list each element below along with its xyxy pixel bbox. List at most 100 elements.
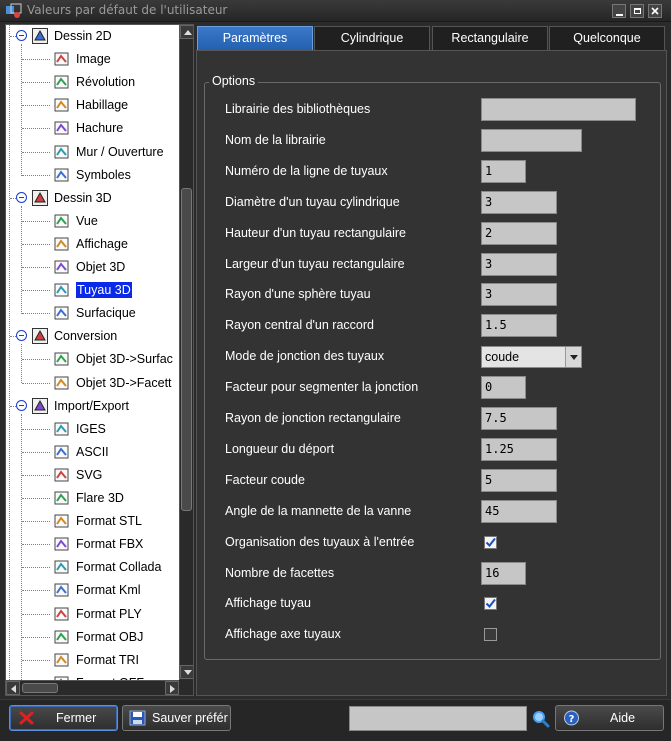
- option-input[interactable]: 16: [481, 561, 526, 585]
- scroll-down-button[interactable]: [180, 665, 193, 679]
- tree-expander[interactable]: [16, 30, 27, 41]
- drawing-2d-icon: [32, 28, 48, 44]
- scroll-left-button[interactable]: [6, 681, 20, 695]
- tri-icon: [54, 653, 69, 667]
- dropdown-arrow-icon[interactable]: [565, 347, 581, 368]
- category-tree[interactable]: Dessin 2D Image Révolution Habillage Hachure…: [5, 24, 194, 696]
- option-label: Rayon central d'un raccord: [225, 318, 374, 333]
- fbx-icon: [54, 537, 69, 551]
- option-label: Facteur pour segmenter la jonction: [225, 380, 419, 395]
- option-label: Mode de jonction des tuyaux: [225, 349, 385, 364]
- option-input[interactable]: [481, 98, 636, 121]
- tree-item-label[interactable]: Format PLY: [76, 606, 142, 622]
- object-3d-icon: [54, 260, 69, 274]
- tree-connector: [22, 613, 50, 615]
- tree-horizontal-scrollbar[interactable]: [6, 680, 179, 695]
- tab-rectangulaire[interactable]: Rectangulaire: [432, 26, 548, 50]
- tree-connector: [22, 521, 50, 523]
- arrow-down-icon: [184, 670, 192, 675]
- tree-item-label[interactable]: Révolution: [76, 74, 135, 90]
- tree-connector: [22, 451, 50, 453]
- option-input[interactable]: 3: [481, 252, 557, 276]
- tree-vertical-scrollbar[interactable]: [179, 25, 193, 680]
- option-checkbox[interactable]: [484, 628, 497, 642]
- tree-item-label[interactable]: Objet 3D->Facett: [76, 375, 172, 391]
- junction-mode-select[interactable]: coude: [481, 346, 582, 369]
- maximize-button[interactable]: [630, 4, 644, 18]
- tree-item-label[interactable]: Habillage: [76, 97, 128, 113]
- arrow-right-icon: [170, 685, 175, 693]
- obj-icon: [54, 630, 69, 644]
- tree-category-label[interactable]: Dessin 3D: [54, 190, 112, 206]
- option-input[interactable]: 7.5: [481, 407, 557, 430]
- tree-item-label[interactable]: ASCII: [76, 444, 109, 460]
- tree-connector: [22, 636, 50, 638]
- save-preferences-button[interactable]: Sauver préfér: [122, 705, 231, 731]
- tree-item-label[interactable]: Objet 3D: [76, 259, 125, 275]
- tree-item-label[interactable]: Vue: [76, 213, 98, 229]
- hatch-icon: [54, 121, 69, 135]
- arrow-up-icon: [184, 30, 192, 35]
- ply-icon: [54, 607, 69, 620]
- option-input[interactable]: 0: [481, 376, 526, 400]
- tree-item-label[interactable]: Flare 3D: [76, 490, 124, 506]
- option-input[interactable]: 1.5: [481, 314, 557, 338]
- tree-item-label[interactable]: Format Kml: [76, 582, 141, 598]
- hscroll-thumb[interactable]: [22, 683, 58, 693]
- option-checkbox[interactable]: [484, 597, 497, 611]
- maximize-icon: [634, 8, 641, 14]
- tree-item-label[interactable]: Format OBJ: [76, 629, 143, 645]
- object-to-facet-icon: [54, 376, 69, 389]
- view-icon: [54, 214, 69, 228]
- close-window-button[interactable]: [648, 4, 662, 18]
- search-input[interactable]: [349, 706, 527, 731]
- option-input[interactable]: 3: [481, 283, 557, 307]
- save-icon: [129, 710, 146, 726]
- scroll-right-button[interactable]: [165, 681, 179, 695]
- option-input[interactable]: [481, 128, 582, 152]
- tree-connector: [22, 498, 50, 499]
- tab-cylindrique[interactable]: Cylindrique: [314, 26, 430, 50]
- close-button-label: Fermer: [56, 711, 97, 725]
- minimize-button[interactable]: [612, 4, 626, 18]
- help-button[interactable]: ? Aide: [555, 705, 664, 731]
- tree-item-label[interactable]: Image: [76, 51, 111, 67]
- tree-expander[interactable]: [16, 330, 27, 342]
- option-label: Organisation des tuyaux à l'entrée: [225, 534, 415, 549]
- search-icon[interactable]: [532, 710, 550, 728]
- tree-item-label[interactable]: Mur / Ouverture: [76, 144, 164, 160]
- tree-expander[interactable]: [16, 399, 27, 411]
- option-input[interactable]: 1.25: [481, 437, 557, 461]
- option-input[interactable]: 3: [481, 190, 557, 214]
- tree-item-label[interactable]: Format Collada: [76, 559, 161, 575]
- tree-category-label[interactable]: Import/Export: [54, 398, 129, 414]
- tree-item-label[interactable]: Objet 3D->Surfac: [76, 351, 173, 367]
- tree-item-label[interactable]: Symboles: [76, 167, 131, 183]
- scroll-thumb[interactable]: [181, 188, 192, 511]
- select-value: coude: [485, 350, 520, 365]
- option-input[interactable]: 1: [481, 159, 526, 183]
- tree-item-label[interactable]: IGES: [76, 421, 106, 437]
- tree-item-label[interactable]: Format STL: [76, 513, 142, 529]
- tree-item-label[interactable]: Format TRI: [76, 652, 139, 668]
- tree-item-label[interactable]: Tuyau 3D: [76, 282, 132, 299]
- tree-item-label[interactable]: Hachure: [76, 120, 123, 136]
- scroll-up-button[interactable]: [180, 25, 193, 39]
- tree-item-label[interactable]: Surfacique: [76, 305, 136, 321]
- option-input[interactable]: 5: [481, 468, 557, 492]
- image-icon: [54, 52, 69, 66]
- tree-connector: [22, 474, 50, 476]
- tab-parametres[interactable]: Paramètres: [197, 26, 313, 50]
- tree-connector: [22, 382, 50, 384]
- tree-item-label[interactable]: Affichage: [76, 236, 128, 252]
- tab-quelconque[interactable]: Quelconque: [549, 26, 665, 50]
- close-button[interactable]: Fermer: [9, 705, 118, 731]
- tree-item-label[interactable]: Format FBX: [76, 536, 143, 552]
- option-checkbox[interactable]: [484, 535, 497, 549]
- tree-category-label[interactable]: Dessin 2D: [54, 28, 112, 44]
- option-input[interactable]: 45: [481, 499, 557, 523]
- tree-category-label[interactable]: Conversion: [54, 328, 117, 344]
- option-input[interactable]: 2: [481, 221, 557, 245]
- tree-item-label[interactable]: SVG: [76, 467, 102, 483]
- tree-expander[interactable]: [16, 191, 27, 203]
